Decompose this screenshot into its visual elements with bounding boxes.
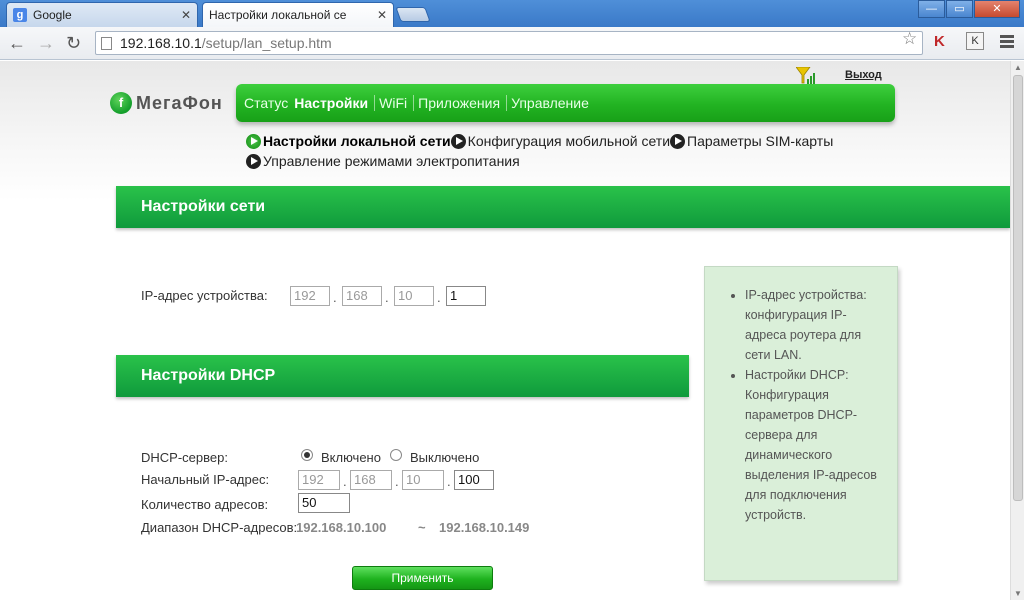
ip-dot: . (343, 474, 347, 489)
ip-octet-3-input[interactable]: 10 (394, 286, 434, 306)
close-icon[interactable]: ✕ (181, 8, 191, 22)
window-controls: — ▭ ✕ (917, 0, 1020, 18)
new-tab-button[interactable] (395, 7, 431, 22)
tab-lan-settings[interactable]: Настройки локальной се ✕ (202, 2, 394, 77)
ip-dot: . (385, 290, 389, 305)
subnav-label: Настройки локальной сети (263, 133, 451, 149)
help-item: IP-адрес устройства: конфигурация IP-адр… (745, 285, 883, 365)
ip-address-label: IP-адрес устройства: (141, 288, 268, 303)
browser-toolbar: ← → ↻ 192.168.10.1/setup/lan_setup.htm ☆… (0, 27, 1024, 60)
extension-k-icon[interactable]: K (966, 32, 984, 50)
url-host: 192.168.10.1 (120, 35, 202, 51)
url-path: /setup/lan_setup.htm (201, 35, 332, 51)
subnav-lan-settings[interactable]: Настройки локальной сети (246, 133, 451, 150)
dhcp-off-label: Выключено (410, 450, 480, 465)
back-arrow-icon[interactable]: ← (8, 33, 26, 53)
sub-navigation: Настройки локальной сети Конфигурация моб… (246, 133, 886, 173)
start-ip-label: Начальный IP-адрес: (141, 472, 270, 487)
megafon-logo: f МегаФон (110, 92, 223, 114)
scrollbar-thumb[interactable] (1013, 75, 1023, 501)
close-icon[interactable]: ✕ (377, 8, 387, 22)
main-navigation: Статус Настройки WiFi Приложения Управле… (236, 84, 895, 122)
dhcp-off-radio[interactable] (390, 449, 402, 461)
nav-divider (413, 95, 415, 111)
ip-octet-4-input[interactable]: 1 (446, 286, 486, 306)
address-count-label: Количество адресов: (141, 497, 269, 512)
dhcp-range-start: 192.168.10.100 (296, 520, 387, 535)
dhcp-range-end: 192.168.10.149 (439, 520, 530, 535)
ip-dot: . (437, 290, 441, 305)
start-ip-octet-3-input[interactable]: 10 (402, 470, 444, 490)
nav-divider (506, 95, 508, 111)
nav-divider (374, 95, 376, 111)
start-ip-octet-4-input[interactable]: 100 (454, 470, 494, 490)
page-scrollbar[interactable]: ▲ ▼ (1010, 61, 1024, 600)
page-icon (101, 36, 112, 50)
apply-button[interactable]: Применить (352, 566, 493, 590)
router-page: f МегаФон Выход Статус Настройки WiFi Пр… (0, 61, 1024, 600)
subnav-sim-params[interactable]: Параметры SIM-карты (670, 133, 833, 150)
nav-applications[interactable]: Приложения (418, 95, 506, 111)
scroll-down-icon[interactable]: ▼ (1014, 589, 1022, 598)
dhcp-range-separator: ~ (418, 520, 426, 535)
megafon-logo-icon: f (110, 92, 132, 114)
subnav-label: Конфигурация мобильной сети (467, 133, 671, 149)
dhcp-on-radio[interactable] (301, 449, 313, 461)
dhcp-range-label: Диапазон DHCP-адресов: (141, 520, 298, 535)
google-favicon-icon: g (13, 8, 27, 22)
close-window-button[interactable]: ✕ (974, 0, 1020, 18)
arrow-right-icon (246, 134, 261, 149)
subnav-label: Параметры SIM-карты (687, 133, 834, 149)
reload-icon[interactable]: ↻ (66, 33, 81, 53)
signal-strength-icon (796, 67, 815, 84)
tab-title: Настройки локальной се (209, 8, 347, 22)
forward-arrow-icon[interactable]: → (37, 33, 55, 53)
start-ip-octet-2-input[interactable]: 168 (350, 470, 392, 490)
help-panel: IP-адрес устройства: конфигурация IP-адр… (704, 266, 898, 581)
ip-dot: . (395, 474, 399, 489)
ip-octet-2-input[interactable]: 168 (342, 286, 382, 306)
scroll-up-icon[interactable]: ▲ (1014, 63, 1022, 72)
nav-settings[interactable]: Настройки (294, 95, 374, 111)
kaspersky-extension-icon[interactable]: K (934, 33, 945, 50)
tab-title: Google (33, 8, 72, 22)
minimize-button[interactable]: — (918, 0, 945, 18)
browser-menu-icon[interactable] (1000, 35, 1014, 50)
address-bar[interactable]: 192.168.10.1/setup/lan_setup.htm (95, 31, 923, 55)
ip-dot: . (333, 290, 337, 305)
dhcp-section-header: Настройки DHCP (116, 355, 689, 397)
network-section-header: Настройки сети (116, 186, 1010, 228)
ip-dot: . (447, 474, 451, 489)
nav-management[interactable]: Управление (511, 95, 595, 111)
logo-text: МегаФон (136, 92, 223, 113)
ip-octet-1-input[interactable]: 192 (290, 286, 330, 306)
arrow-right-icon (246, 154, 261, 169)
nav-wifi[interactable]: WiFi (379, 95, 413, 111)
arrow-right-icon (450, 134, 466, 149)
start-ip-octet-1-input[interactable]: 192 (298, 470, 340, 490)
logout-link[interactable]: Выход (845, 69, 882, 81)
subnav-power-modes[interactable]: Управление режимами электропитания (246, 153, 520, 170)
maximize-button[interactable]: ▭ (946, 0, 973, 18)
bookmark-star-icon[interactable]: ☆ (902, 29, 917, 49)
subnav-label: Управление режимами электропитания (263, 153, 520, 169)
tab-google[interactable]: g Google ✕ (6, 2, 198, 27)
browser-tab-bar: g Google ✕ Настройки локальной се ✕ — ▭ … (0, 0, 1024, 77)
dhcp-server-label: DHCP-сервер: (141, 450, 228, 465)
arrow-right-icon (670, 134, 686, 149)
nav-status[interactable]: Статус (244, 95, 294, 111)
address-count-input[interactable]: 50 (298, 493, 350, 513)
help-item: Настройки DHCP: Конфигурация параметров … (745, 365, 883, 525)
dhcp-on-label: Включено (321, 450, 381, 465)
subnav-mobile-config[interactable]: Конфигурация мобильной сети (450, 133, 671, 150)
